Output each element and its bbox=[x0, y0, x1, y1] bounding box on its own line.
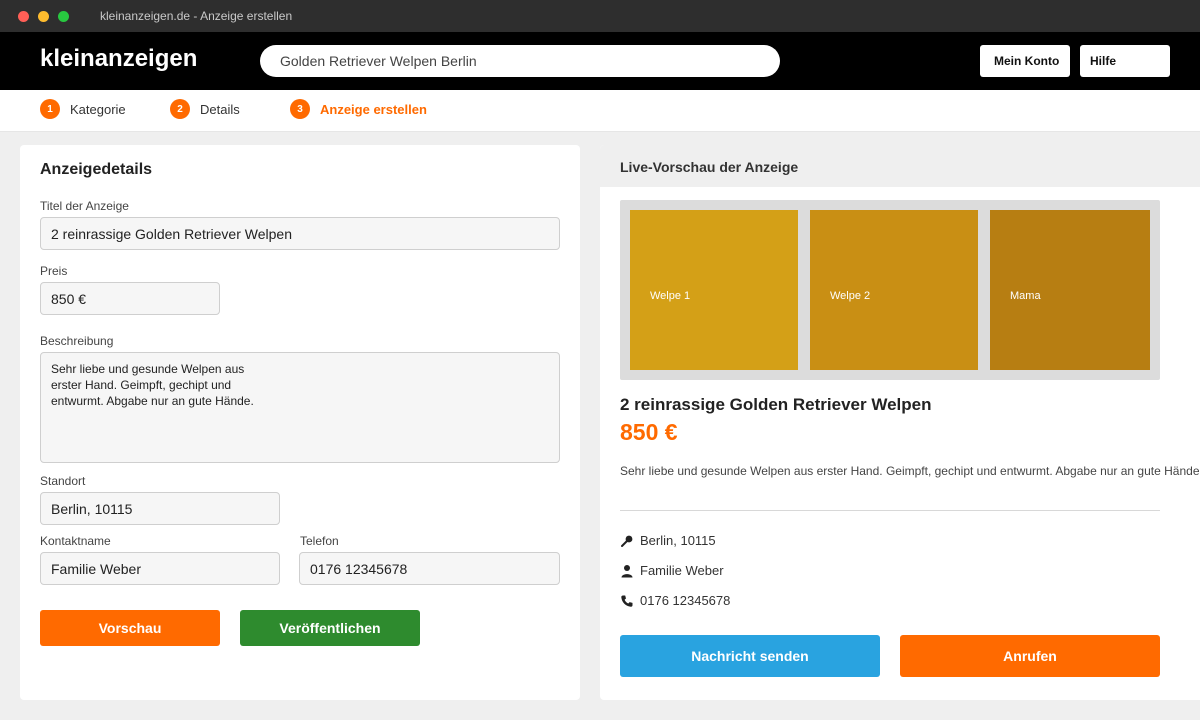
preview-contact-text: Familie Weber bbox=[640, 563, 724, 578]
preview-header-title: Live-Vorschau der Anzeige bbox=[620, 159, 799, 175]
preview-location-text: Berlin, 10115 bbox=[640, 533, 716, 548]
person-icon bbox=[621, 564, 633, 577]
send-message-button[interactable]: Nachricht senden bbox=[620, 635, 880, 677]
step-label: Anzeige erstellen bbox=[320, 101, 427, 117]
step-number: 2 bbox=[170, 99, 190, 119]
preview-divider bbox=[620, 510, 1160, 511]
phone-input[interactable]: 0176 12345678 bbox=[299, 552, 560, 585]
description-textarea[interactable]: Sehr liebe und gesunde Welpen aus erster… bbox=[40, 352, 560, 463]
photo-label: Welpe 1 bbox=[650, 290, 691, 302]
account-button[interactable]: Mein Konto bbox=[980, 45, 1070, 77]
pin-icon bbox=[621, 535, 633, 547]
progress-steps: 1 Kategorie 2 Details 3 Anzeige erstelle… bbox=[0, 90, 1200, 132]
phone-icon bbox=[621, 595, 633, 607]
window-title: kleinanzeigen.de - Anzeige erstellen bbox=[100, 9, 293, 23]
phone-label: Telefon bbox=[300, 534, 339, 548]
location-input[interactable]: Berlin, 10115 bbox=[40, 492, 280, 525]
preview-header: Live-Vorschau der Anzeige bbox=[600, 145, 1200, 187]
location-label: Standort bbox=[40, 474, 86, 488]
preview-button[interactable]: Vorschau bbox=[40, 610, 220, 646]
step-label: Kategorie bbox=[70, 101, 126, 117]
live-preview-panel: Live-Vorschau der Anzeige Welpe 1 Welpe … bbox=[600, 145, 1200, 700]
ad-details-form: Anzeigedetails Titel der Anzeige 2 reinr… bbox=[20, 145, 580, 700]
preview-ad-price: 850 € bbox=[620, 419, 678, 445]
publish-button[interactable]: Veröffentlichen bbox=[240, 610, 420, 646]
contact-name-label: Kontaktname bbox=[40, 534, 111, 548]
photo-tile[interactable]: Mama bbox=[990, 210, 1150, 370]
minimize-window-button[interactable] bbox=[38, 11, 49, 22]
preview-contact: Familie Weber bbox=[620, 563, 724, 578]
search-input[interactable] bbox=[260, 45, 780, 77]
form-section-title: Anzeigedetails bbox=[40, 161, 153, 178]
photo-tile[interactable]: Welpe 1 bbox=[630, 210, 798, 370]
photo-label: Welpe 2 bbox=[830, 290, 871, 302]
site-logo[interactable]: kleinanzeigen bbox=[40, 45, 197, 73]
photo-label: Mama bbox=[1010, 290, 1041, 302]
step-label: Details bbox=[200, 101, 240, 117]
step-anzeige-erstellen[interactable]: 3 Anzeige erstellen bbox=[290, 99, 427, 119]
photo-tile[interactable]: Welpe 2 bbox=[810, 210, 978, 370]
maximize-window-button[interactable] bbox=[58, 11, 69, 22]
contact-name-input[interactable]: Familie Weber bbox=[40, 552, 280, 585]
step-number: 3 bbox=[290, 99, 310, 119]
step-kategorie[interactable]: 1 Kategorie bbox=[40, 99, 126, 119]
help-button[interactable]: Hilfe bbox=[1080, 45, 1170, 77]
price-label: Preis bbox=[40, 264, 68, 278]
call-button[interactable]: Anrufen bbox=[900, 635, 1160, 677]
step-number: 1 bbox=[40, 99, 60, 119]
step-details[interactable]: 2 Details bbox=[170, 99, 240, 119]
description-label: Beschreibung bbox=[40, 334, 114, 348]
site-header: kleinanzeigen Mein Konto Hilfe bbox=[0, 32, 1200, 90]
close-window-button[interactable] bbox=[18, 11, 29, 22]
price-input[interactable]: 850 € bbox=[40, 282, 220, 315]
title-input[interactable]: 2 reinrassige Golden Retriever Welpen bbox=[40, 217, 560, 250]
photo-gallery: Welpe 1 Welpe 2 Mama bbox=[620, 200, 1160, 380]
preview-ad-description: Sehr liebe und gesunde Welpen aus erster… bbox=[620, 464, 1200, 478]
preview-phone: 0176 12345678 bbox=[620, 593, 730, 608]
window-titlebar: kleinanzeigen.de - Anzeige erstellen bbox=[0, 0, 1200, 32]
preview-location: Berlin, 10115 bbox=[620, 533, 716, 548]
preview-phone-text: 0176 12345678 bbox=[640, 593, 731, 608]
title-label: Titel der Anzeige bbox=[40, 199, 129, 213]
preview-ad-title: 2 reinrassige Golden Retriever Welpen bbox=[620, 395, 932, 414]
